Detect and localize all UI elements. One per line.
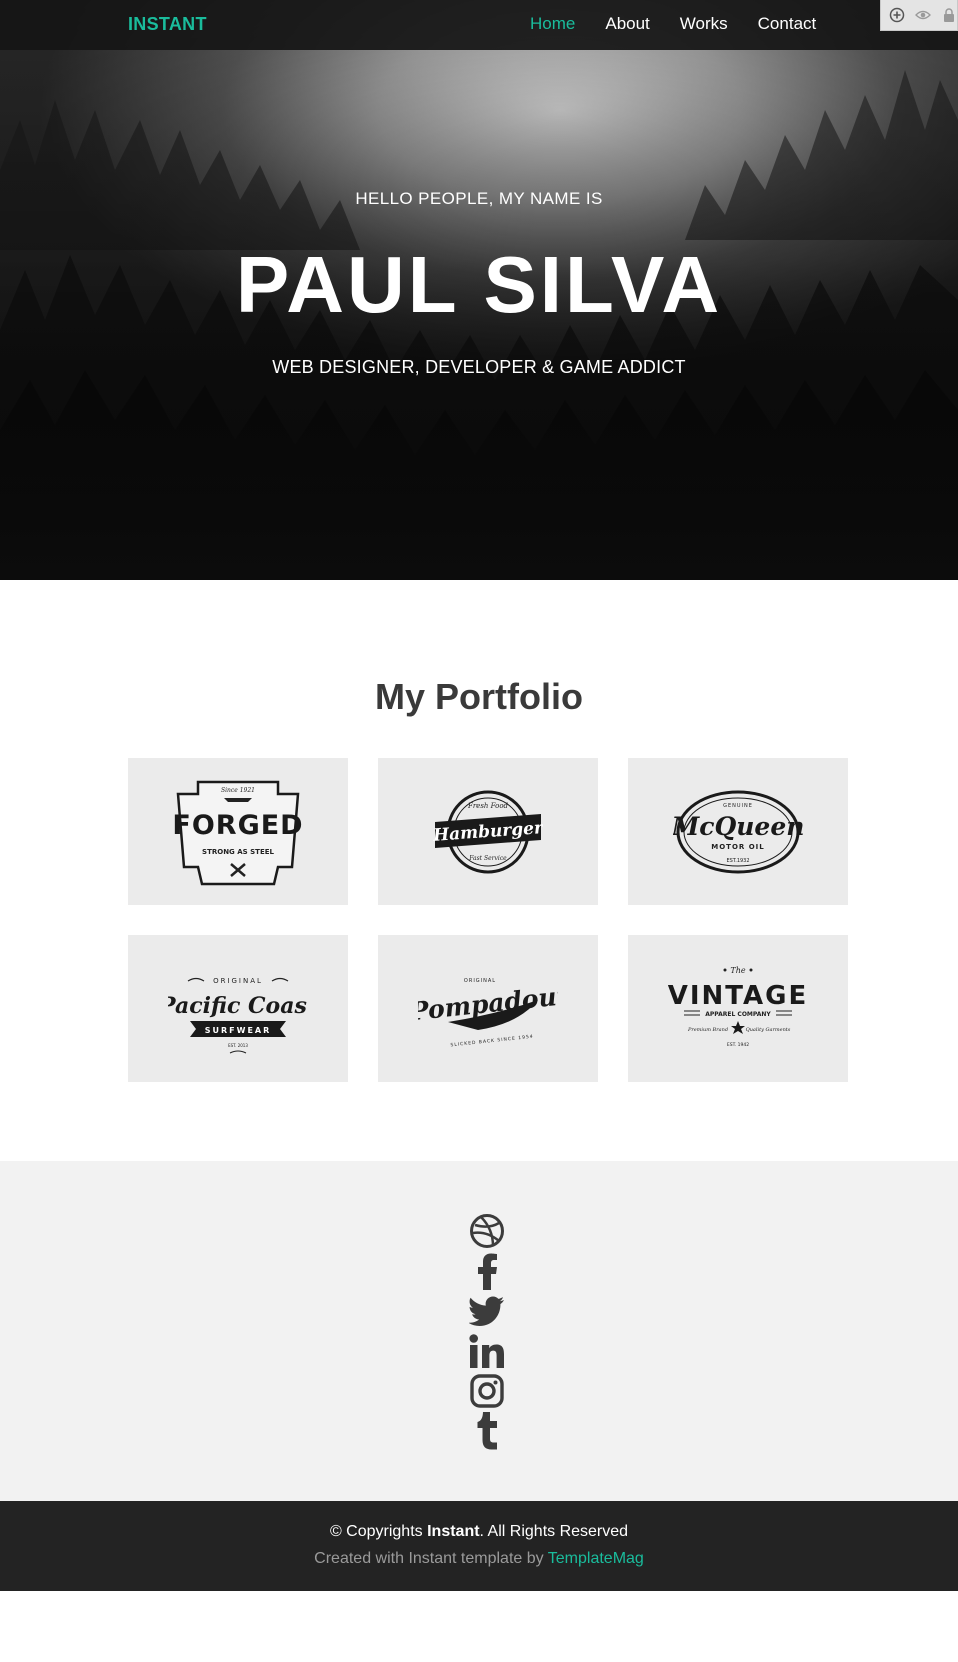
portfolio-item-hamburger[interactable]: Fresh Food Hamburger Fast Service [378,758,598,905]
portfolio-item-pacific-coast[interactable]: ORIGINAL Pacific Coast SURFWEAR EST. 201… [128,935,348,1082]
nav-link-home[interactable]: Home [530,14,575,34]
hero-section: HELLO PEOPLE, MY NAME IS PAUL SILVA WEB … [0,0,958,580]
forged-logo: Since 1921 FORGED STRONG AS STEEL [172,780,303,885]
templatemag-link[interactable]: TemplateMag [548,1550,644,1567]
footer: © Copyrights Instant. All Rights Reserve… [0,1501,958,1591]
copyright-brand: Instant [427,1523,480,1540]
nav-link-works[interactable]: Works [680,14,728,34]
portfolio-item-forged[interactable]: Since 1921 FORGED STRONG AS STEEL [128,758,348,905]
svg-text:Since 1921: Since 1921 [221,787,255,794]
portfolio-item-pompadour[interactable]: ORIGINAL Pompadour SLICKED BACK SINCE 19… [378,935,598,1082]
svg-text:FORGED: FORGED [172,810,303,841]
brand-logo-link[interactable]: INSTANT [128,14,207,35]
copyright-prefix: © Copyrights [329,1523,428,1540]
nav-link-contact[interactable]: Contact [758,14,817,34]
facebook-icon[interactable] [467,1251,507,1291]
eye-icon[interactable] [915,5,931,25]
zoom-in-icon[interactable] [889,5,905,25]
hero-name: PAUL SILVA [235,240,723,329]
svg-text:The: The [730,966,745,975]
hero-greeting: HELLO PEOPLE, MY NAME IS [355,189,603,208]
nav-link-about[interactable]: About [605,14,649,34]
lock-icon[interactable] [941,5,957,25]
mcqueen-logo: GENUINE McQueen MOTOR OIL EST.1932 [673,790,803,873]
pompadour-logo: ORIGINAL Pompadour SLICKED BACK SINCE 19… [418,978,558,1048]
linkedin-icon[interactable] [467,1331,507,1371]
hero-tagline: WEB DESIGNER, DEVELOPER & GAME ADDICT [272,357,686,377]
vintage-logo: The VINTAGE APPAREL COMPANY Premium Bran… [668,966,808,1048]
pacific-coast-logo: ORIGINAL Pacific Coast SURFWEAR EST. 201… [168,977,308,1053]
tumblr-icon[interactable] [467,1411,507,1451]
svg-text:Quality Garments: Quality Garments [746,1027,791,1033]
copyright-suffix: . All Rights Reserved [479,1523,629,1540]
browser-extension-toolbar [880,0,958,31]
svg-text:EST. 1942: EST. 1942 [727,1042,749,1048]
top-navbar: INSTANT Home About Works Contact [0,0,958,50]
svg-text:GENUINE: GENUINE [723,803,753,809]
svg-text:Fresh Food: Fresh Food [467,802,509,810]
portfolio-heading: My Portfolio [375,676,583,717]
nav-links: Home About Works Contact [530,14,846,34]
svg-text:Premium Brand: Premium Brand [687,1027,728,1033]
svg-text:SURFWEAR: SURFWEAR [205,1026,272,1035]
svg-text:ORIGINAL: ORIGINAL [464,978,496,984]
svg-text:Fast Service: Fast Service [468,855,507,862]
copyright-text: © Copyrights Instant. All Rights Reserve… [0,1523,958,1541]
svg-text:Pacific Coast: Pacific Coast [168,993,308,1019]
portfolio-item-mcqueen[interactable]: GENUINE McQueen MOTOR OIL EST.1932 [628,758,848,905]
social-links [467,1211,507,1451]
credit-prefix: Created with Instant template by [314,1550,548,1567]
svg-text:APPAREL COMPANY: APPAREL COMPANY [705,1011,771,1018]
credit-text: Created with Instant template by Templat… [0,1550,958,1568]
svg-text:EST. 2013: EST. 2013 [228,1043,248,1048]
svg-text:MOTOR OIL: MOTOR OIL [711,843,765,851]
svg-text:McQueen: McQueen [673,812,803,841]
dribbble-icon[interactable] [467,1211,507,1251]
svg-text:VINTAGE: VINTAGE [668,981,808,1011]
svg-text:STRONG AS STEEL: STRONG AS STEEL [202,848,274,856]
svg-text:SLICKED BACK SINCE 1954: SLICKED BACK SINCE 1954 [450,1033,534,1048]
svg-text:ORIGINAL: ORIGINAL [213,977,263,985]
twitter-icon[interactable] [467,1291,507,1331]
social-section [0,1161,958,1501]
instagram-icon[interactable] [467,1371,507,1411]
hamburger-logo: Fresh Food Hamburger Fast Service [433,790,543,873]
svg-text:EST.1932: EST.1932 [726,858,749,864]
portfolio-grid: Since 1921 FORGED STRONG AS STEEL Fresh … [128,758,848,1082]
portfolio-item-vintage[interactable]: The VINTAGE APPAREL COMPANY Premium Bran… [628,935,848,1082]
